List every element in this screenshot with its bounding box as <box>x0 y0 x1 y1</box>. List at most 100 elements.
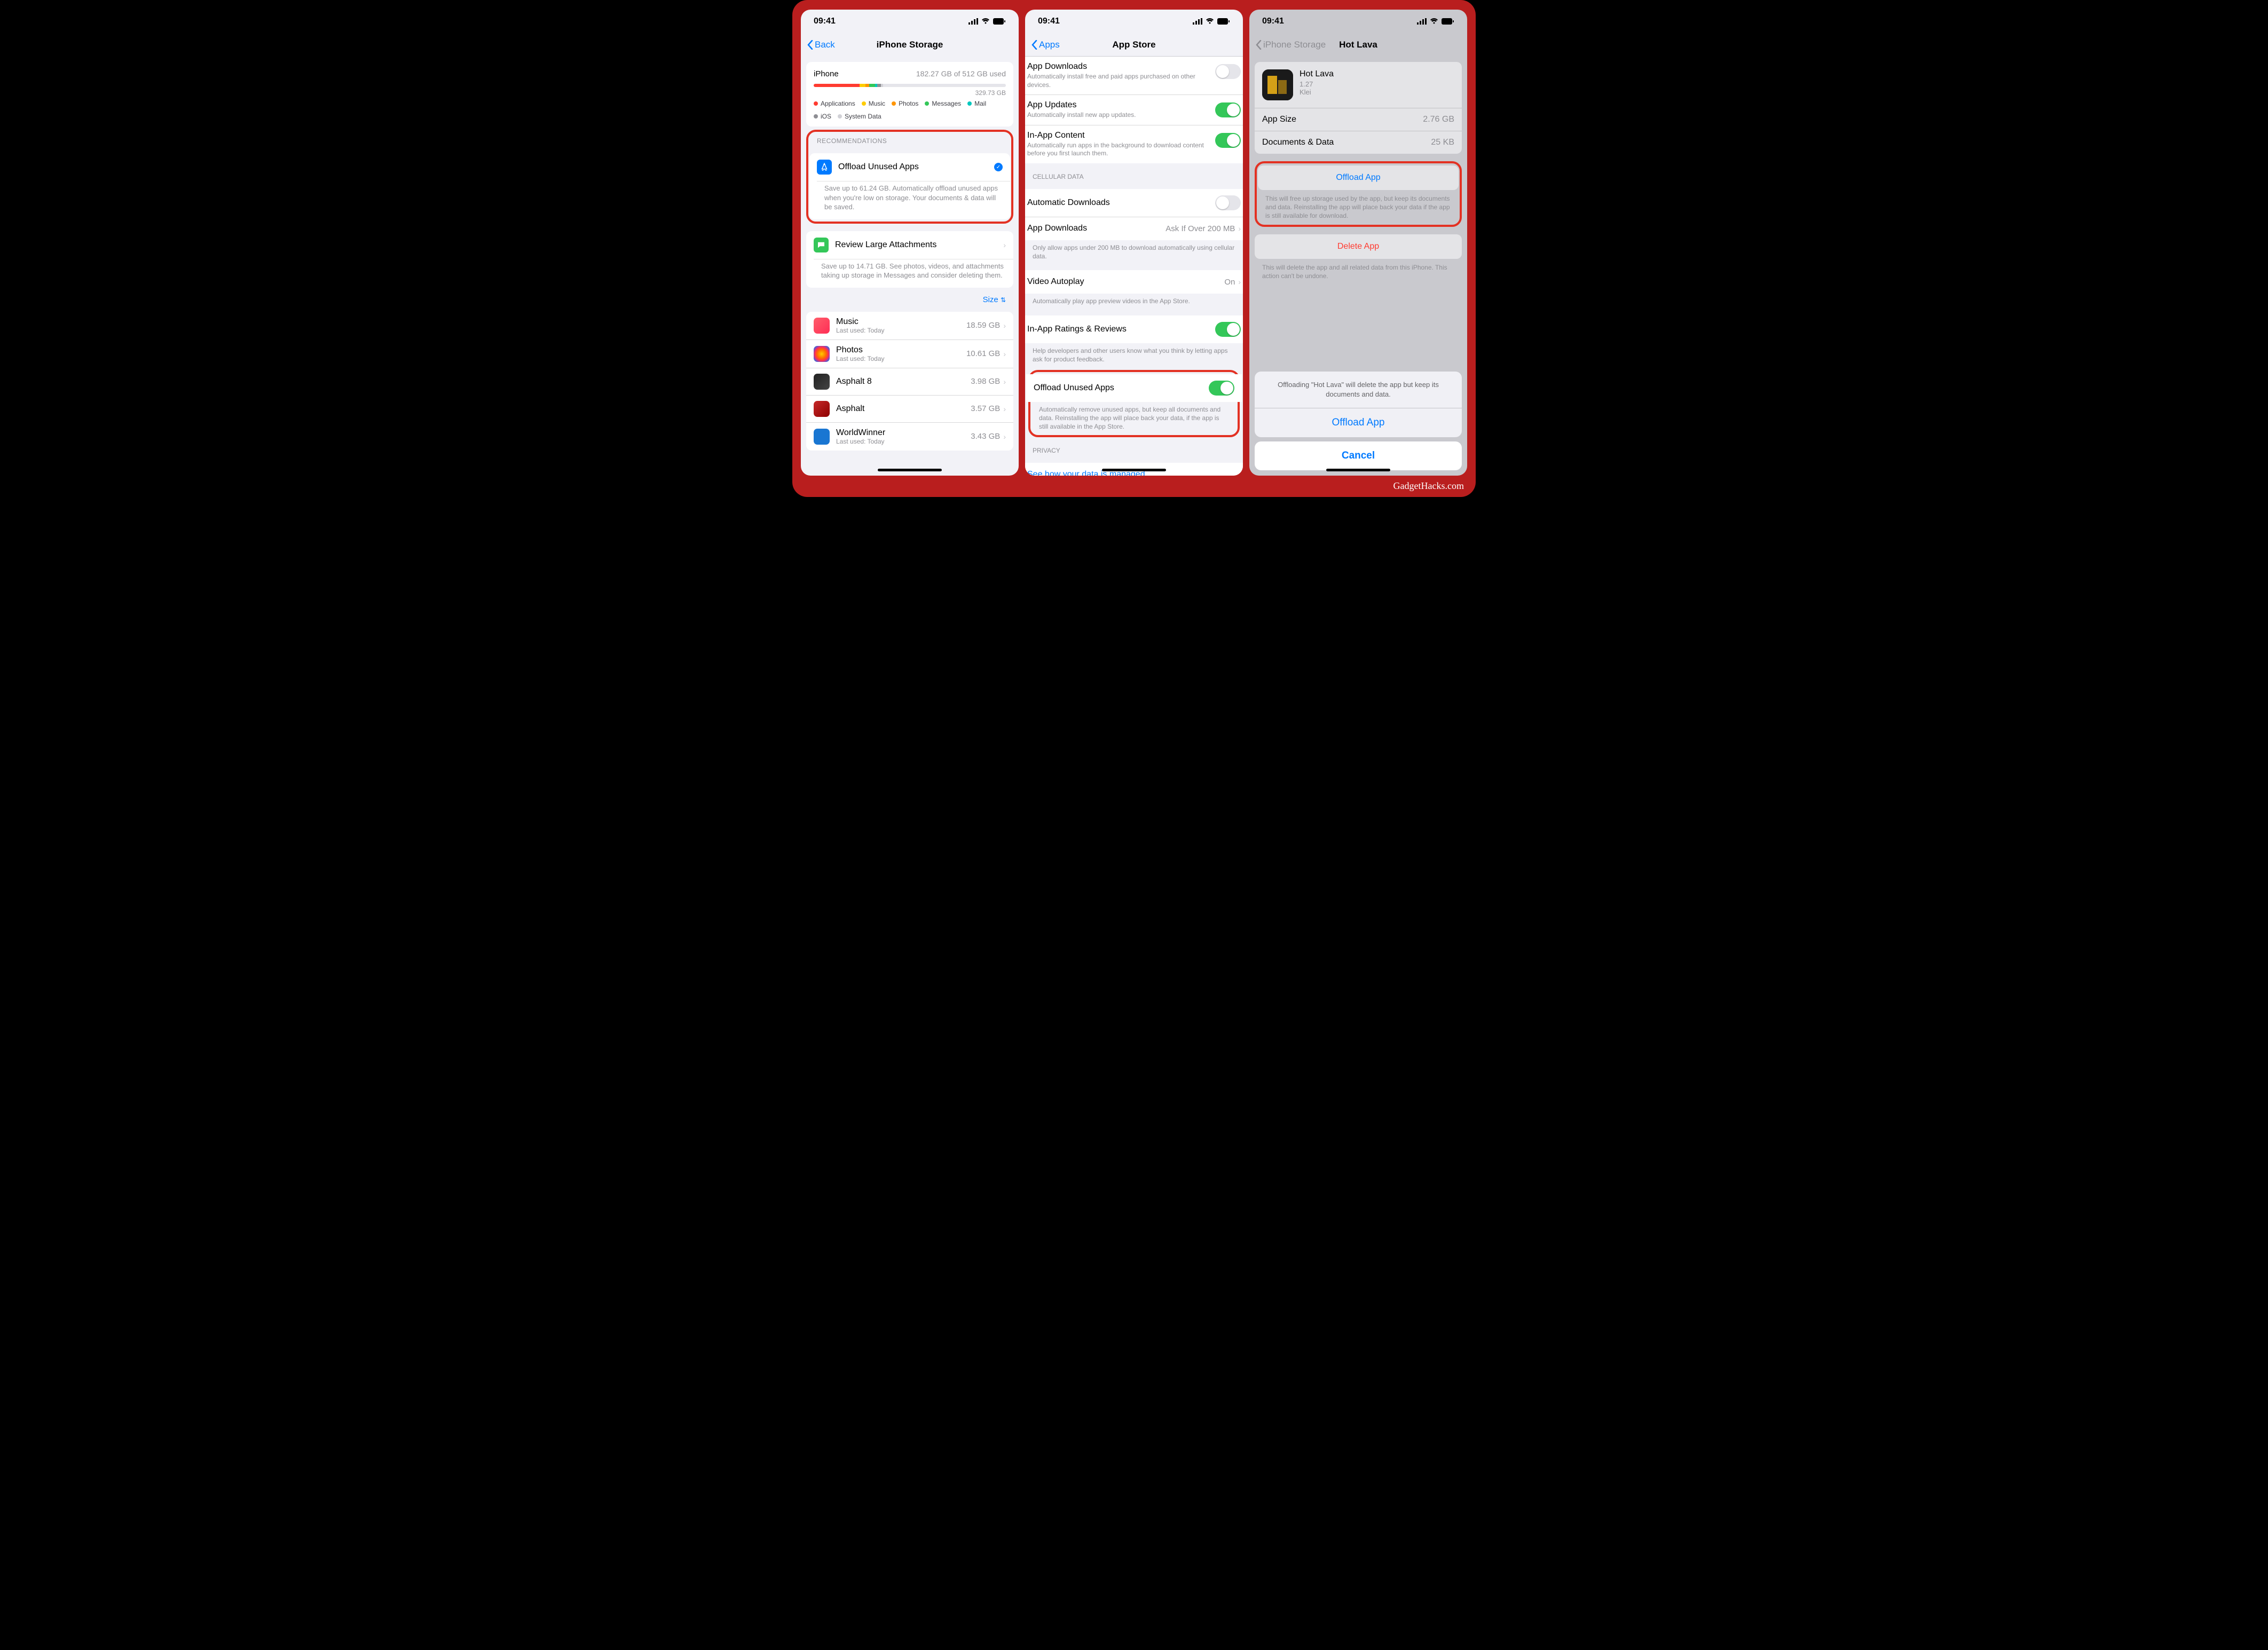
cellular-data-header: CELLULAR DATA <box>1025 163 1243 184</box>
status-time: 09:41 <box>1038 17 1060 26</box>
wifi-icon <box>981 18 990 25</box>
legend-item: Photos <box>892 100 918 107</box>
screen-iphone-storage: 09:41 Back iPhone Storage iPhone 182.27 … <box>801 10 1019 476</box>
storage-legend: ApplicationsMusicPhotosMessagesMailiOSSy… <box>814 100 1006 120</box>
highlight-offload-recommendation: RECOMMENDATIONS Offload Unused Apps ✓ Sa… <box>806 130 1013 224</box>
app-downloads-footer: Only allow apps under 200 MB to download… <box>1025 240 1243 263</box>
row-label: Offload Unused Apps <box>1034 383 1209 393</box>
home-indicator[interactable] <box>1326 469 1390 471</box>
delete-app-button[interactable]: Delete App <box>1255 234 1462 259</box>
action-sheet: Offloading "Hot Lava" will delete the ap… <box>1255 372 1462 470</box>
rec-title: Offload Unused Apps <box>838 162 994 172</box>
toggle-row[interactable]: App UpdatesAutomatically install new app… <box>1025 94 1243 125</box>
cellular-group: Automatic Downloads App Downloads Ask If… <box>1025 189 1243 240</box>
status-bar: 09:41 <box>1025 10 1243 33</box>
screen-app-detail: 09:41 iPhone Storage Hot Lava <box>1249 10 1467 476</box>
apps-list: MusicLast used: Today18.59 GB›PhotosLast… <box>806 312 1013 451</box>
app-row[interactable]: MusicLast used: Today18.59 GB› <box>806 312 1013 340</box>
sheet-cancel-button[interactable]: Cancel <box>1255 441 1462 470</box>
home-indicator[interactable] <box>878 469 942 471</box>
app-icon <box>814 346 830 362</box>
app-row[interactable]: Asphalt3.57 GB› <box>806 395 1013 422</box>
battery-icon <box>993 18 1006 25</box>
privacy-header: PRIVACY <box>1025 437 1243 457</box>
toggle[interactable] <box>1215 64 1241 79</box>
cellular-icon <box>1193 18 1202 25</box>
appstore-icon <box>817 160 832 175</box>
chevron-right-icon: › <box>1003 350 1006 358</box>
ratings-group: In-App Ratings & Reviews <box>1025 315 1243 343</box>
legend-item: Messages <box>925 100 961 107</box>
toggle[interactable] <box>1215 133 1241 148</box>
legend-item: System Data <box>838 113 881 120</box>
nav-bar: Back iPhone Storage <box>801 33 1019 57</box>
legend-item: Mail <box>967 100 986 107</box>
toggle[interactable] <box>1215 322 1241 337</box>
back-button[interactable]: Back <box>807 40 835 50</box>
chevron-left-icon <box>1256 40 1262 50</box>
offload-toggle-row[interactable]: Offload Unused Apps <box>1026 374 1242 402</box>
documents-data-row: Documents & Data 25 KB <box>1255 131 1462 154</box>
back-label: Apps <box>1039 40 1060 50</box>
chevron-left-icon <box>1031 40 1038 50</box>
row-label: App Downloads <box>1027 224 1166 233</box>
status-bar: 09:41 <box>801 10 1019 33</box>
offload-app-button[interactable]: Offload App <box>1258 165 1459 190</box>
app-vendor: Klei <box>1300 88 1334 96</box>
app-info-card: Hot Lava 1.27 Klei App Size 2.76 GB Docu… <box>1255 62 1462 154</box>
sheet-offload-button[interactable]: Offload App <box>1255 408 1462 437</box>
app-downloads-row[interactable]: App Downloads Ask If Over 200 MB › <box>1025 217 1243 240</box>
offload-desc: This will free up storage used by the ap… <box>1258 190 1459 223</box>
app-row[interactable]: WorldWinnerLast used: Today3.43 GB› <box>806 422 1013 451</box>
video-autoplay-row[interactable]: Video Autoplay On › <box>1025 270 1243 294</box>
sheet-message: Offloading "Hot Lava" will delete the ap… <box>1255 372 1462 408</box>
watermark: GadgetHacks.com <box>1393 480 1464 492</box>
automatic-downloads-toggle-row[interactable]: Automatic Downloads <box>1025 189 1243 217</box>
app-row[interactable]: Asphalt 83.98 GB› <box>806 368 1013 395</box>
home-indicator[interactable] <box>1102 469 1166 471</box>
toggle[interactable] <box>1209 381 1234 396</box>
app-icon <box>814 429 830 445</box>
row-label: Automatic Downloads <box>1027 198 1215 208</box>
app-version: 1.27 <box>1300 80 1334 88</box>
wifi-icon <box>1430 18 1438 25</box>
back-button[interactable]: iPhone Storage <box>1256 40 1326 50</box>
toggle[interactable] <box>1215 195 1241 210</box>
ratings-footer: Help developers and other users know wha… <box>1025 343 1243 366</box>
automatic-downloads-group: App DownloadsAutomatically install free … <box>1025 57 1243 163</box>
offload-footer: Automatically remove unused apps, but ke… <box>1031 402 1237 433</box>
autoplay-group: Video Autoplay On › <box>1025 270 1243 294</box>
recommendations-header: RECOMMENDATIONS <box>809 134 1010 148</box>
legend-item: Music <box>862 100 885 107</box>
storage-used: 182.27 GB of 512 GB used <box>916 69 1006 78</box>
status-time: 09:41 <box>814 17 836 26</box>
cellular-icon <box>968 18 978 25</box>
ratings-toggle-row[interactable]: In-App Ratings & Reviews <box>1025 315 1243 343</box>
back-label: Back <box>815 40 835 50</box>
back-label: iPhone Storage <box>1263 40 1326 50</box>
row-value: Ask If Over 200 MB <box>1166 224 1235 233</box>
back-button[interactable]: Apps <box>1031 40 1060 50</box>
messages-icon <box>814 238 829 252</box>
row-label: In-App Ratings & Reviews <box>1027 325 1215 334</box>
toggle-row[interactable]: App DownloadsAutomatically install free … <box>1025 57 1243 94</box>
rec2-description: Save up to 14.71 GB. See photos, videos,… <box>814 259 1013 288</box>
offload-label: Offload App <box>1258 165 1459 190</box>
offload-group: Offload Unused Apps <box>1026 374 1242 402</box>
checkmark-badge-icon: ✓ <box>994 163 1003 171</box>
app-icon <box>814 318 830 334</box>
toggle-row[interactable]: In-App ContentAutomatically run apps in … <box>1025 125 1243 163</box>
storage-free-label: 329.73 GB <box>814 89 1006 97</box>
toggle[interactable] <box>1215 102 1241 117</box>
nav-bar: iPhone Storage Hot Lava <box>1249 33 1467 57</box>
recommendation-attachments-card[interactable]: Review Large Attachments › Save up to 14… <box>806 231 1013 288</box>
chevron-right-icon: › <box>1003 377 1006 386</box>
cellular-icon <box>1417 18 1427 25</box>
recommendation-offload-card[interactable]: Offload Unused Apps ✓ Save up to 61.24 G… <box>809 153 1010 219</box>
app-row[interactable]: PhotosLast used: Today10.61 GB› <box>806 340 1013 368</box>
row-label: Video Autoplay <box>1027 277 1224 287</box>
device-name: iPhone <box>814 69 839 78</box>
highlight-offload-action: Offload App This will free up storage us… <box>1255 161 1462 227</box>
sort-button[interactable]: Size ⇅ <box>806 288 1013 306</box>
app-icon <box>814 374 830 390</box>
